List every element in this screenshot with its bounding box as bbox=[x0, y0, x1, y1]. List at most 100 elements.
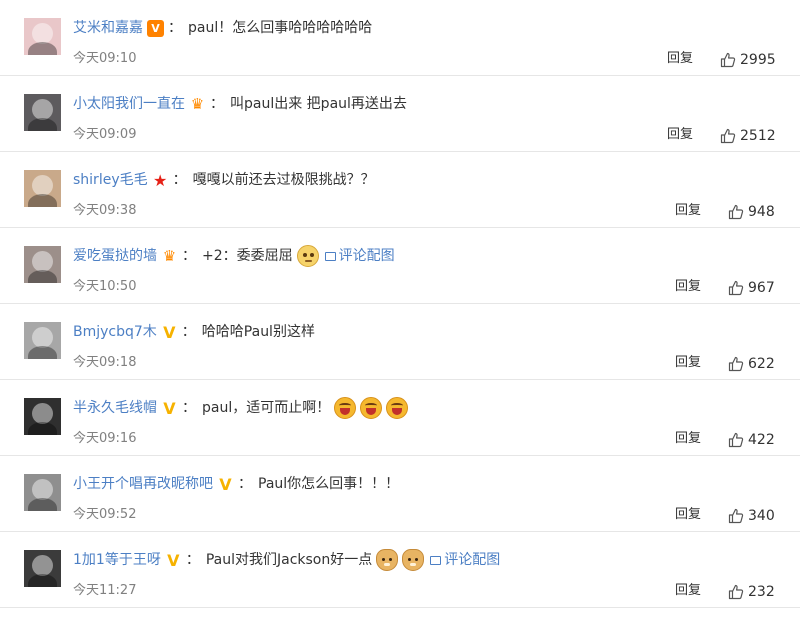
username-link[interactable]: 小王开个唱再改昵称吧 bbox=[73, 473, 213, 495]
like-button[interactable]: 340 bbox=[728, 506, 775, 526]
comment-text: Paul你怎么回事！！！ bbox=[258, 476, 400, 492]
laugh-emoji-icon bbox=[386, 397, 409, 419]
username-link[interactable]: 艾米和嘉嘉 bbox=[73, 17, 143, 39]
reply-button[interactable]: 回复 bbox=[675, 582, 701, 600]
like-button[interactable]: 967 bbox=[728, 278, 775, 298]
like-count: 967 bbox=[748, 280, 775, 296]
comment-item: Bmjycbq7木 V： 哈哈哈Paul别这样今天09:18 回复 622 bbox=[0, 304, 800, 380]
thumbs-up-icon bbox=[728, 204, 744, 220]
verified-badge-icon[interactable]: V bbox=[161, 324, 178, 341]
comment-text: Paul对我们Jackson好一点 bbox=[205, 552, 373, 568]
thumbs-up-icon bbox=[728, 280, 744, 296]
laugh-emoji-icon bbox=[360, 397, 383, 419]
comment-picture-link[interactable]: 评论配图 bbox=[430, 549, 500, 571]
picture-icon bbox=[324, 251, 336, 261]
comment-line: Bmjycbq7木 V： 哈哈哈Paul别这样 bbox=[73, 321, 315, 343]
colon-separator: ： bbox=[182, 248, 196, 264]
comment-picture-link[interactable]: 评论配图 bbox=[324, 245, 395, 267]
comment-timestamp: 今天09:38 bbox=[73, 203, 137, 218]
comment-item: shirley毛毛 ★： 嘎嘎以前还去过极限挑战？？ 今天09:38 回复 948 bbox=[0, 152, 800, 228]
like-button[interactable]: 422 bbox=[728, 430, 775, 450]
like-button[interactable]: 232 bbox=[728, 582, 775, 602]
like-button[interactable]: 622 bbox=[728, 354, 775, 374]
colon-separator: ： bbox=[238, 476, 252, 492]
comment-timestamp: 今天09:52 bbox=[73, 507, 137, 522]
comment-text: paul，适可而止啊！ bbox=[202, 400, 331, 416]
comment-text: 嘎嘎以前还去过极限挑战？？ bbox=[192, 172, 375, 188]
avatar[interactable] bbox=[24, 246, 61, 283]
crown-badge-icon[interactable]: ♛ bbox=[161, 247, 178, 265]
comment-line: 爱吃蛋挞的墙 ♛： +2：委委屈屈 评论配图 bbox=[73, 245, 395, 267]
comment-line: 小太阳我们一直在 ♛： 叫paul出来 把paul再送出去 bbox=[73, 93, 407, 115]
like-count: 422 bbox=[748, 432, 775, 448]
comment-picture-label: 评论配图 bbox=[444, 552, 501, 568]
username-link[interactable]: shirley毛毛 bbox=[73, 169, 148, 191]
colon-separator: ： bbox=[181, 324, 196, 340]
verified-badge-icon[interactable]: V bbox=[217, 476, 234, 493]
reply-button[interactable]: 回复 bbox=[675, 506, 701, 524]
avatar[interactable] bbox=[24, 94, 61, 131]
like-button[interactable]: 948 bbox=[728, 202, 775, 222]
verified-badge-icon[interactable]: V bbox=[161, 400, 178, 417]
comment-line: 小王开个唱再改昵称吧 V： Paul你怎么回事！！！ bbox=[73, 473, 399, 495]
comment-item: 爱吃蛋挞的墙 ♛： +2：委委屈屈 评论配图今天10:50 回复 967 bbox=[0, 228, 800, 304]
reply-button[interactable]: 回复 bbox=[667, 50, 693, 68]
username-link[interactable]: 小太阳我们一直在 bbox=[73, 93, 185, 115]
thumbs-up-icon bbox=[728, 508, 744, 524]
username-link[interactable]: 半永久毛线帽 bbox=[73, 397, 157, 419]
doge-emoji-icon bbox=[402, 549, 425, 571]
crown-badge-icon[interactable]: ♛ bbox=[189, 95, 206, 113]
picture-icon bbox=[430, 555, 442, 565]
reply-button[interactable]: 回复 bbox=[675, 278, 701, 296]
like-count: 340 bbox=[748, 508, 775, 524]
comment-text: paul！怎么回事哈哈哈哈哈哈 bbox=[188, 20, 373, 36]
thumbs-up-icon bbox=[728, 432, 744, 448]
colon-separator: ： bbox=[172, 172, 187, 188]
colon-separator: ： bbox=[185, 552, 200, 568]
like-button[interactable]: 2512 bbox=[720, 126, 776, 146]
avatar[interactable] bbox=[24, 18, 61, 55]
like-count: 948 bbox=[748, 204, 775, 220]
comment-timestamp: 今天09:10 bbox=[73, 51, 137, 66]
comment-timestamp: 今天11:27 bbox=[73, 583, 137, 598]
like-button[interactable]: 2995 bbox=[720, 50, 776, 70]
thumbs-up-icon bbox=[720, 128, 736, 144]
laugh-emoji-icon bbox=[334, 397, 357, 419]
reply-button[interactable]: 回复 bbox=[675, 354, 701, 372]
colon-separator: ： bbox=[168, 20, 182, 36]
colon-separator: ： bbox=[210, 96, 224, 112]
avatar[interactable] bbox=[24, 322, 61, 359]
comment-item: 半永久毛线帽 V： paul，适可而止啊！ 今天09:16 回复 422 bbox=[0, 380, 800, 456]
avatar[interactable] bbox=[24, 550, 61, 587]
verified-badge-icon[interactable]: V bbox=[165, 552, 182, 569]
comment-timestamp: 今天10:50 bbox=[73, 279, 137, 294]
comment-line: 艾米和嘉嘉 V： paul！怎么回事哈哈哈哈哈哈 bbox=[73, 17, 372, 39]
comment-item: 小王开个唱再改昵称吧 V： Paul你怎么回事！！！ 今天09:52 回复 340 bbox=[0, 456, 800, 532]
avatar[interactable] bbox=[24, 474, 61, 511]
thumbs-up-icon bbox=[720, 52, 736, 68]
username-link[interactable]: 爱吃蛋挞的墙 bbox=[73, 245, 157, 267]
comment-timestamp: 今天09:18 bbox=[73, 355, 137, 370]
like-count: 232 bbox=[748, 584, 775, 600]
avatar[interactable] bbox=[24, 398, 61, 435]
verified-badge-icon[interactable]: V bbox=[147, 19, 164, 37]
comment-line: shirley毛毛 ★： 嘎嘎以前还去过极限挑战？？ bbox=[73, 169, 375, 191]
comment-item: 小太阳我们一直在 ♛： 叫paul出来 把paul再送出去今天09:09 回复 2512 bbox=[0, 76, 800, 152]
avatar[interactable] bbox=[24, 170, 61, 207]
username-link[interactable]: Bmjycbq7木 bbox=[73, 321, 157, 343]
comment-line: 半永久毛线帽 V： paul，适可而止啊！ bbox=[73, 397, 409, 419]
grievance-emoji-icon bbox=[296, 245, 319, 267]
star-badge-icon[interactable]: ★ bbox=[152, 172, 169, 189]
comment-item: 1加1等于王呀 V： Paul对我们Jackson好一点 评论配图今天11:27 回复 2… bbox=[0, 532, 800, 608]
username-link[interactable]: 1加1等于王呀 bbox=[73, 549, 161, 571]
reply-button[interactable]: 回复 bbox=[667, 126, 693, 144]
like-count: 2512 bbox=[740, 128, 776, 144]
comment-picture-label: 评论配图 bbox=[338, 248, 395, 264]
comment-text: 哈哈哈Paul别这样 bbox=[201, 324, 315, 340]
reply-button[interactable]: 回复 bbox=[675, 202, 701, 220]
comment-timestamp: 今天09:09 bbox=[73, 127, 137, 142]
comment-list: 艾米和嘉嘉 V： paul！怎么回事哈哈哈哈哈哈 今天09:10 回复 2995 小太阳我们… bbox=[0, 0, 800, 608]
comment-line: 1加1等于王呀 V： Paul对我们Jackson好一点 评论配图 bbox=[73, 549, 500, 571]
like-count: 622 bbox=[748, 356, 775, 372]
reply-button[interactable]: 回复 bbox=[675, 430, 701, 448]
